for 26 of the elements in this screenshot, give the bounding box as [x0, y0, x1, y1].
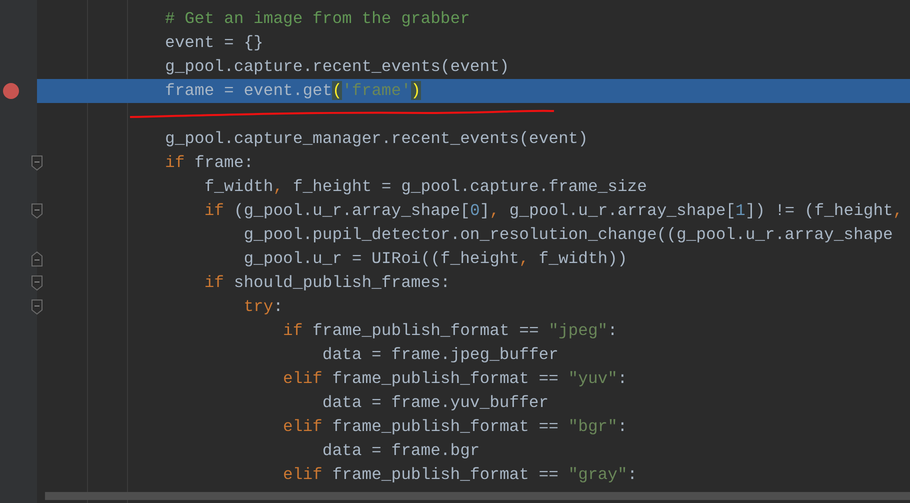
code-line: data = frame.yuv_buffer — [321, 392, 549, 414]
code-line: try: — [242, 296, 284, 318]
code-line: g_pool.capture_manager.recent_events(event) — [165, 128, 588, 150]
fold-icon[interactable] — [31, 275, 43, 291]
code-line: g_pool.u_r = UIRoi((f_height, f_width)) — [242, 248, 628, 270]
code-line: g_pool.capture.recent_events(event) — [165, 56, 510, 78]
fold-icon[interactable] — [31, 155, 43, 171]
fold-icon[interactable] — [31, 299, 43, 315]
fold-icon[interactable] — [31, 203, 43, 219]
code-line: if frame: — [165, 152, 254, 174]
code-line: event = {} — [165, 32, 264, 54]
code-line: elif frame_publish_format == "yuv": — [282, 368, 628, 390]
code-line: frame = event.get('frame') — [165, 80, 421, 102]
code-line: f_width, f_height = g_pool.capture.frame_size — [203, 176, 647, 198]
code-line: data = frame.jpeg_buffer — [321, 344, 558, 366]
code-line: data = frame.bgr — [321, 440, 480, 462]
breakpoint-icon[interactable] — [3, 83, 19, 99]
code-line: if should_publish_frames: — [203, 272, 450, 294]
code-line: g_pool.pupil_detector.on_resolution_change((g_pool.u_r.array_shape — [242, 224, 893, 246]
code-line: if (g_pool.u_r.array_shape[0], g_pool.u_r.array_shape[1]) != (f_height, — [203, 200, 903, 222]
code-line: if frame_publish_format == "jpeg": — [282, 320, 618, 342]
horizontal-scrollbar[interactable] — [45, 492, 910, 500]
code-line: elif frame_publish_format == "gray": — [282, 464, 638, 486]
code-line: elif frame_publish_format == "bgr": — [282, 416, 628, 438]
fold-icon[interactable] — [31, 251, 43, 267]
code-comment: # Get an image from the grabber — [165, 8, 470, 30]
